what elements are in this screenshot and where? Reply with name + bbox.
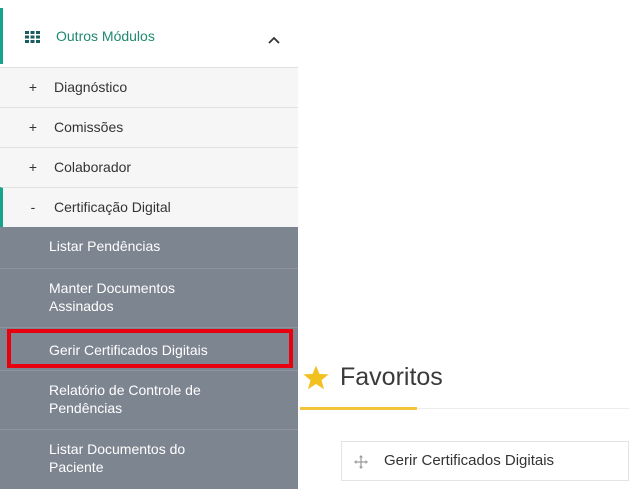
menu-item-diagnostico[interactable]: + Diagnóstico xyxy=(0,67,298,107)
submenu-item-label: Manter Documentos Assinados xyxy=(49,280,176,314)
menu-item-label: Colaborador xyxy=(54,159,132,175)
star-icon xyxy=(303,365,329,390)
module-title: Outros Módulos xyxy=(56,28,155,44)
submenu-item-listar-pendencias[interactable]: Listar Pendências xyxy=(0,227,298,268)
favorite-item[interactable]: Gerir Certificados Digitais xyxy=(341,441,629,481)
menu-item-label: Diagnóstico xyxy=(54,79,128,95)
favorites-title: Favoritos xyxy=(340,363,443,391)
highlight-box xyxy=(7,329,293,368)
menu-item-certificacao-digital[interactable]: - Certificação Digital xyxy=(0,187,298,227)
favorite-item-label: Gerir Certificados Digitais xyxy=(384,452,555,469)
expand-sign: + xyxy=(28,159,38,175)
submenu-item-listar-documentos-paciente[interactable]: Listar Documentos do Paciente xyxy=(0,429,298,489)
menu-item-comissoes[interactable]: + Comissões xyxy=(0,107,298,147)
module-header-outros-modulos[interactable]: Outros Módulos xyxy=(0,8,298,64)
menu-item-label: Comissões xyxy=(54,119,124,135)
expand-sign: + xyxy=(28,79,38,95)
chevron-up-icon[interactable] xyxy=(268,36,280,44)
move-icon[interactable] xyxy=(354,455,368,469)
menu-item-label: Certificação Digital xyxy=(54,199,171,215)
collapse-sign: - xyxy=(30,199,36,215)
submenu-item-label: Listar Documentos do Paciente xyxy=(49,441,186,475)
expand-sign: + xyxy=(28,119,38,135)
submenu-item-label: Listar Pendências xyxy=(49,238,161,254)
submenu-item-relatorio-controle-pendencias[interactable]: Relatório de Controle de Pendências xyxy=(0,370,298,429)
submenu-item-label: Relatório de Controle de Pendências xyxy=(49,382,201,416)
favorites-panel: Favoritos Gerir Certificados Digitais xyxy=(300,355,629,489)
grid-icon xyxy=(25,31,40,43)
favorites-divider-accent xyxy=(300,407,417,410)
submenu-item-manter-documentos-assinados[interactable]: Manter Documentos Assinados xyxy=(0,268,298,327)
menu-item-colaborador[interactable]: + Colaborador xyxy=(0,147,298,187)
sidebar: Outros Módulos + Diagnóstico + Comissões… xyxy=(0,0,298,489)
